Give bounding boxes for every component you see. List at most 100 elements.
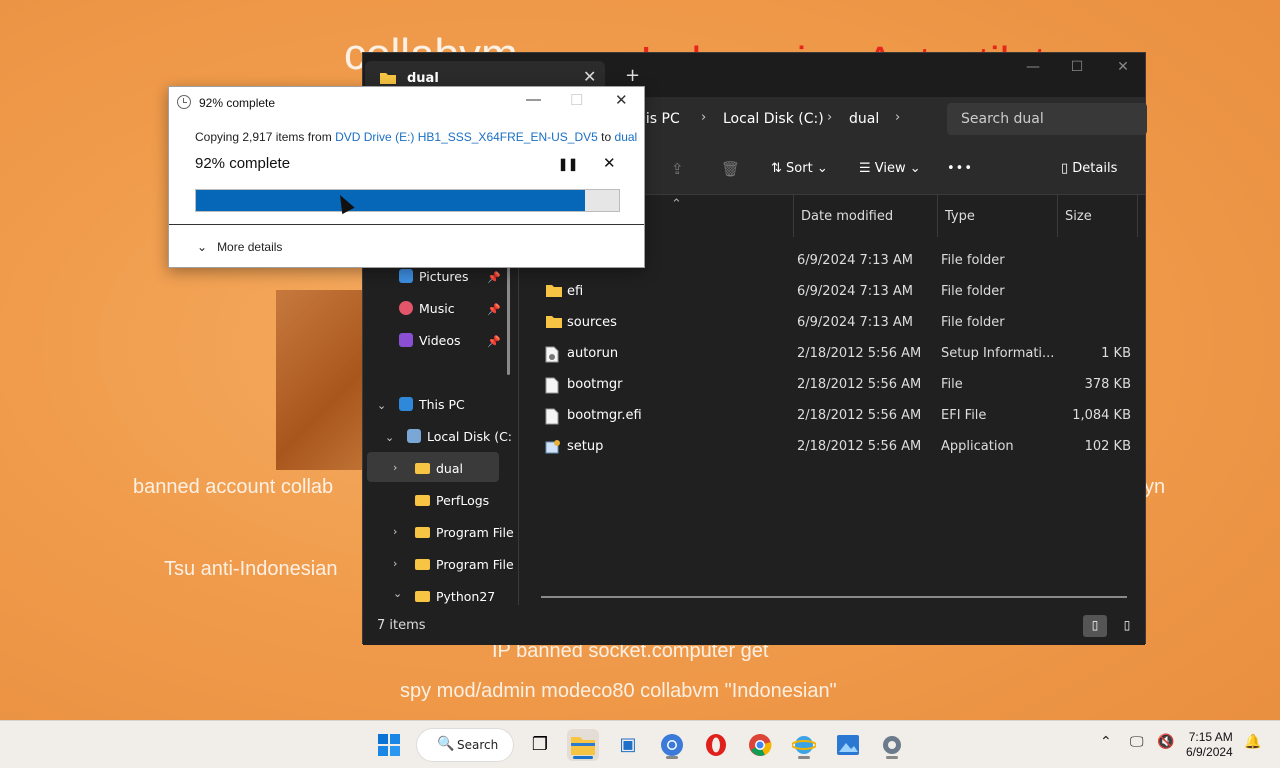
chevron-up-icon[interactable]: ⌃	[1100, 734, 1112, 750]
table-row[interactable]: autorun 2/18/2012 5:56 AM Setup Informati.…	[523, 340, 1147, 368]
nav-python27[interactable]: Python27	[415, 589, 495, 604]
gear-icon	[883, 736, 901, 754]
chevron-right-icon[interactable]: ›	[393, 557, 397, 570]
chevron-right-icon[interactable]: ›	[827, 110, 832, 125]
more-details-button[interactable]: ⌄ More details	[197, 240, 282, 254]
column-divider	[1057, 195, 1058, 237]
chromium-icon[interactable]	[656, 729, 688, 761]
minimize-button[interactable]: —	[1019, 59, 1047, 79]
cancel-button[interactable]: ✕	[603, 154, 616, 172]
column-divider	[937, 195, 938, 237]
breadcrumb-local-disk[interactable]: Local Disk (C:)	[723, 111, 824, 127]
details-label: Details	[1072, 161, 1118, 176]
control-panel-icon[interactable]: ▣	[612, 729, 644, 761]
chevron-right-icon[interactable]: ›	[701, 110, 706, 125]
share-icon[interactable]: ⇪	[671, 160, 684, 178]
nav-dual[interactable]: dual	[415, 461, 463, 476]
minimize-button[interactable]: —	[526, 91, 541, 108]
search-placeholder: Search dual	[961, 111, 1044, 127]
table-row[interactable]: bootmgr.efi 2/18/2012 5:56 AM EFI File 1,08…	[523, 402, 1147, 430]
computer-icon	[399, 397, 413, 411]
file-date: 2/18/2012 5:56 AM	[797, 408, 922, 423]
close-button[interactable]: ✕	[1109, 59, 1137, 79]
nav-pictures[interactable]: Pictures	[399, 269, 469, 284]
pin-icon[interactable]: 📌	[487, 303, 501, 316]
nav-local-disk[interactable]: Local Disk (C:	[407, 429, 512, 444]
task-view-icon[interactable]: ❐	[524, 729, 556, 761]
tiles-view-button[interactable]: ▯	[1115, 615, 1139, 637]
column-type[interactable]: Type	[945, 209, 975, 224]
maximize-button[interactable]: ☐	[1063, 59, 1091, 79]
table-row[interactable]: efi 6/9/2024 7:13 AM File folder	[523, 278, 1147, 306]
music-icon	[399, 301, 413, 315]
file-date: 2/18/2012 5:56 AM	[797, 377, 922, 392]
drive-icon	[407, 429, 421, 443]
folder-icon	[545, 284, 563, 302]
dialog-title: 92% complete	[199, 96, 276, 110]
application-icon	[545, 439, 561, 459]
percent-complete: 92% complete	[195, 155, 291, 172]
column-size[interactable]: Size	[1065, 209, 1092, 224]
nav-label: Program File	[436, 557, 514, 572]
table-row[interactable]: setup 2/18/2012 5:56 AM Application 102 KB	[523, 433, 1147, 461]
nav-label: Program File	[436, 525, 514, 540]
horizontal-scrollbar[interactable]	[541, 596, 1127, 598]
taskbar-search[interactable]: 🔍 Search	[416, 728, 514, 762]
search-label: Search	[457, 738, 499, 752]
search-input[interactable]: Search dual	[947, 103, 1147, 135]
chevron-down-icon[interactable]: ⌄	[377, 399, 386, 412]
divider	[169, 224, 644, 225]
breadcrumb-dual[interactable]: dual	[849, 111, 879, 127]
chrome-icon[interactable]	[744, 729, 776, 761]
view-button[interactable]: ☰ View ⌄	[859, 161, 921, 176]
opera-icon[interactable]	[700, 729, 732, 761]
nav-program-files-x86[interactable]: Program File	[415, 557, 514, 572]
ie-icon[interactable]	[788, 729, 820, 761]
file-explorer-icon[interactable]	[567, 729, 599, 761]
nav-this-pc[interactable]: This PC	[399, 397, 465, 412]
file-icon	[545, 408, 559, 429]
setup-file-icon	[545, 346, 559, 367]
nav-label: Local Disk (C:	[427, 429, 513, 444]
file-date: 6/9/2024 7:13 AM	[797, 315, 913, 330]
start-button[interactable]	[373, 729, 405, 761]
file-name: setup	[567, 439, 604, 454]
photos-icon[interactable]	[832, 729, 864, 761]
sort-button[interactable]: ⇅ Sort ⌄	[771, 161, 828, 176]
source-link[interactable]: DVD Drive (E:) HB1_SSS_X64FRE_EN-US_DV5	[335, 130, 598, 144]
nav-program-files[interactable]: Program File	[415, 525, 514, 540]
wallpaper-text-banned: banned account collab	[133, 476, 334, 498]
system-clock[interactable]: 7:15 AM 6/9/2024	[1186, 730, 1233, 760]
nav-videos[interactable]: Videos	[399, 333, 461, 348]
network-icon[interactable]: 🖵	[1130, 734, 1144, 750]
file-size: 378 KB	[1084, 377, 1131, 392]
table-row[interactable]: sources 6/9/2024 7:13 AM File folder	[523, 309, 1147, 337]
destination-link[interactable]: dual	[615, 130, 638, 144]
sort-up-icon: ⌃	[671, 197, 682, 212]
chevron-down-icon[interactable]: ⌄	[393, 587, 402, 600]
chevron-right-icon[interactable]: ›	[895, 110, 900, 125]
volume-muted-icon[interactable]: 🔇	[1157, 734, 1174, 750]
delete-icon[interactable]: 🗑	[721, 160, 740, 178]
table-row[interactable]: bootmgr 2/18/2012 5:56 AM File 378 KB	[523, 371, 1147, 399]
chrome-logo-icon	[749, 734, 772, 756]
notification-bell-icon[interactable]: 🔔	[1244, 734, 1261, 750]
details-view-button[interactable]: ▯	[1083, 615, 1107, 637]
new-tab-button[interactable]: +	[625, 65, 640, 86]
details-pane-button[interactable]: ▯ Details	[1061, 161, 1117, 176]
settings-icon[interactable]	[876, 729, 908, 761]
pause-button[interactable]: ❚❚	[558, 157, 578, 171]
close-button[interactable]: ✕	[615, 91, 628, 109]
tab-close-icon[interactable]: ✕	[583, 67, 596, 86]
pin-icon[interactable]: 📌	[487, 335, 501, 348]
view-label: View	[874, 161, 906, 176]
chevron-down-icon[interactable]: ⌄	[385, 431, 394, 444]
pin-icon[interactable]: 📌	[487, 271, 501, 284]
more-options-button[interactable]: •••	[947, 161, 973, 176]
chevron-right-icon[interactable]: ›	[393, 461, 397, 474]
chevron-right-icon[interactable]: ›	[393, 525, 397, 538]
nav-perflogs[interactable]: PerfLogs	[415, 493, 489, 508]
file-type: Setup Informati...	[941, 346, 1055, 361]
nav-music[interactable]: Music	[399, 301, 455, 316]
column-date-modified[interactable]: Date modified	[801, 209, 893, 224]
